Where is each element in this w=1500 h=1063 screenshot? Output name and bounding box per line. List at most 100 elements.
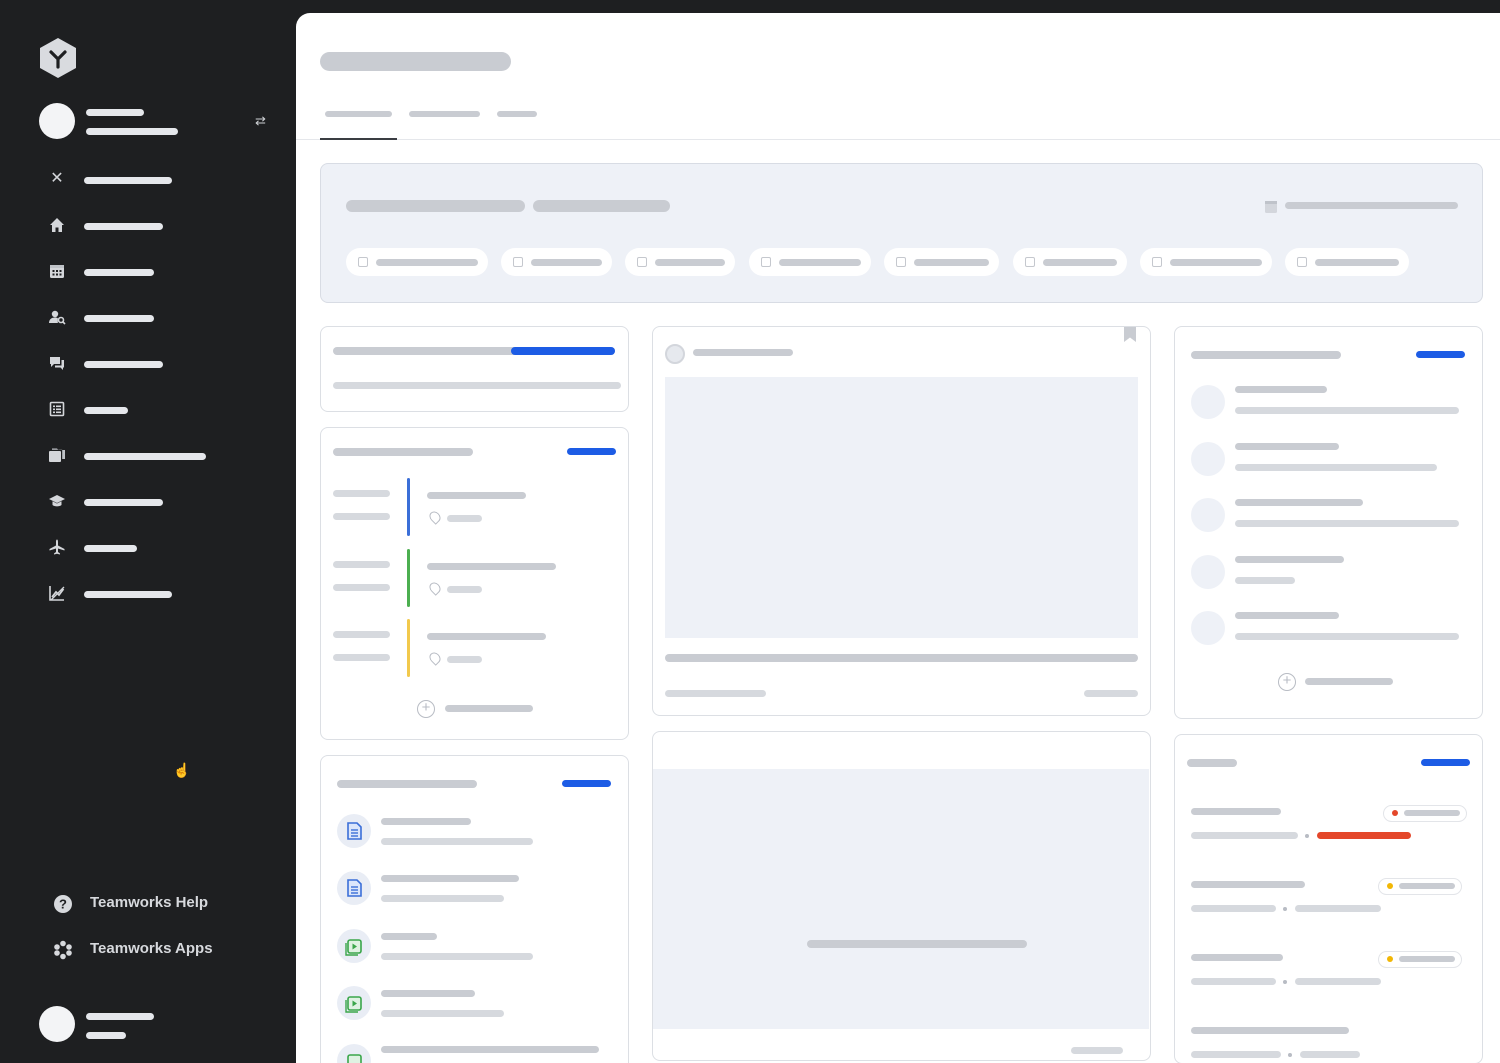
- post-date-skeleton: [1084, 690, 1138, 697]
- media-placeholder[interactable]: [665, 377, 1138, 638]
- event-location-skeleton: [447, 586, 482, 593]
- chip-label-skeleton: [1315, 259, 1399, 266]
- quick-link-chip[interactable]: [346, 248, 488, 276]
- quick-link-chip[interactable]: [884, 248, 999, 276]
- video-icon: [337, 986, 371, 1020]
- avatar-placeholder: [665, 344, 685, 364]
- chip-label-skeleton: [531, 259, 602, 266]
- nav-item-lists[interactable]: [44, 396, 264, 424]
- add-person-icon[interactable]: +: [1278, 673, 1296, 691]
- nav-item-reports[interactable]: [44, 580, 264, 608]
- tab-bar: [296, 93, 1500, 140]
- user-search-icon: [49, 310, 66, 325]
- banner-title-skeleton: [346, 200, 525, 212]
- file-row[interactable]: [321, 984, 627, 1024]
- hand-cursor-icon: ☝: [173, 762, 191, 778]
- event-row[interactable]: [321, 619, 627, 681]
- nav-item-home[interactable]: [44, 212, 264, 240]
- media-placeholder[interactable]: [653, 769, 1149, 1029]
- event-color-bar: [407, 619, 410, 677]
- nav-label-skeleton: [84, 591, 172, 598]
- status-row[interactable]: [1175, 947, 1481, 987]
- switch-account-icon[interactable]: ⇄: [255, 113, 266, 129]
- event-title-skeleton: [427, 633, 546, 640]
- person-name-skeleton: [1235, 386, 1327, 393]
- media-meta-skeleton: [1071, 1047, 1123, 1054]
- banner-title-skeleton: [533, 200, 670, 212]
- nav-item-calendar[interactable]: [44, 258, 264, 286]
- help-link-label: Teamworks Help: [90, 894, 209, 911]
- bottom-avatar[interactable]: [39, 1006, 75, 1042]
- status-row[interactable]: [1175, 801, 1481, 841]
- add-event-icon[interactable]: +: [417, 700, 435, 718]
- nav-item-files[interactable]: [44, 442, 264, 470]
- quick-link-chip[interactable]: [749, 248, 871, 276]
- status-tag: [1378, 951, 1462, 968]
- person-row[interactable]: [1175, 609, 1481, 649]
- main-content: + +: [296, 13, 1500, 1063]
- person-avatar: [1191, 611, 1225, 645]
- event-row[interactable]: [321, 549, 627, 611]
- tab-3[interactable]: [497, 93, 537, 140]
- post-caption-skeleton: [665, 654, 1138, 662]
- event-time-skeleton: [333, 631, 390, 638]
- event-time-skeleton: [333, 584, 390, 591]
- document-icon: [337, 871, 371, 905]
- person-name-skeleton: [1235, 556, 1344, 563]
- person-name-skeleton: [1235, 612, 1339, 619]
- person-row[interactable]: [1175, 440, 1481, 480]
- user-avatar[interactable]: [39, 103, 75, 139]
- file-row[interactable]: [321, 812, 627, 852]
- separator-dot: [1305, 834, 1309, 838]
- add-person-skeleton[interactable]: [1305, 678, 1393, 685]
- view-all-link[interactable]: [562, 780, 611, 787]
- file-name-skeleton: [381, 875, 519, 882]
- location-pin-icon: [427, 580, 443, 596]
- person-row[interactable]: [1175, 553, 1481, 593]
- tab-label-skeleton: [497, 111, 537, 117]
- event-time-skeleton: [333, 490, 390, 497]
- user-name-skeleton: [86, 109, 144, 116]
- quick-link-chip[interactable]: [1285, 248, 1409, 276]
- nav-item-people[interactable]: [44, 304, 264, 332]
- file-name-skeleton: [381, 818, 471, 825]
- tab-2[interactable]: [409, 93, 481, 140]
- bookmark-icon[interactable]: [1123, 327, 1137, 343]
- nav-item-travel[interactable]: [44, 534, 264, 562]
- logo-icon[interactable]: [37, 37, 79, 79]
- chip-label-skeleton: [914, 259, 989, 266]
- nav-item-academics[interactable]: [44, 488, 264, 516]
- file-row[interactable]: [321, 927, 627, 967]
- quick-link-chip[interactable]: [1013, 248, 1127, 276]
- status-row[interactable]: [1175, 1020, 1481, 1060]
- view-all-link[interactable]: [1421, 759, 1470, 766]
- status-tag: [1383, 805, 1467, 822]
- view-all-link[interactable]: [1416, 351, 1465, 358]
- file-row[interactable]: [321, 1042, 627, 1063]
- event-color-bar: [407, 478, 410, 536]
- status-title-skeleton: [1191, 881, 1305, 888]
- quick-link-chip[interactable]: [625, 248, 735, 276]
- event-row[interactable]: [321, 478, 627, 540]
- apps-icon: [54, 940, 72, 960]
- tab-1[interactable]: [320, 93, 397, 140]
- person-row[interactable]: [1175, 383, 1481, 423]
- quick-link-chip[interactable]: [501, 248, 612, 276]
- nav-label-skeleton: [84, 223, 163, 230]
- nav-item-messages[interactable]: [44, 350, 264, 378]
- status-row[interactable]: [1175, 874, 1481, 914]
- view-all-link[interactable]: [567, 448, 616, 455]
- chip-label-skeleton: [1170, 259, 1262, 266]
- file-meta-skeleton: [381, 953, 533, 960]
- event-time-skeleton: [333, 654, 390, 661]
- location-pin-icon: [427, 650, 443, 666]
- quick-link-chip[interactable]: [1140, 248, 1272, 276]
- add-event-skeleton[interactable]: [445, 705, 533, 712]
- person-row[interactable]: [1175, 496, 1481, 536]
- file-row[interactable]: [321, 869, 627, 909]
- chip-label-skeleton: [376, 259, 478, 266]
- card-title-skeleton: [1187, 759, 1237, 767]
- person-detail-skeleton: [1235, 633, 1459, 640]
- status-tag-skeleton: [1404, 810, 1460, 816]
- nav-item-close[interactable]: ✕: [44, 166, 264, 194]
